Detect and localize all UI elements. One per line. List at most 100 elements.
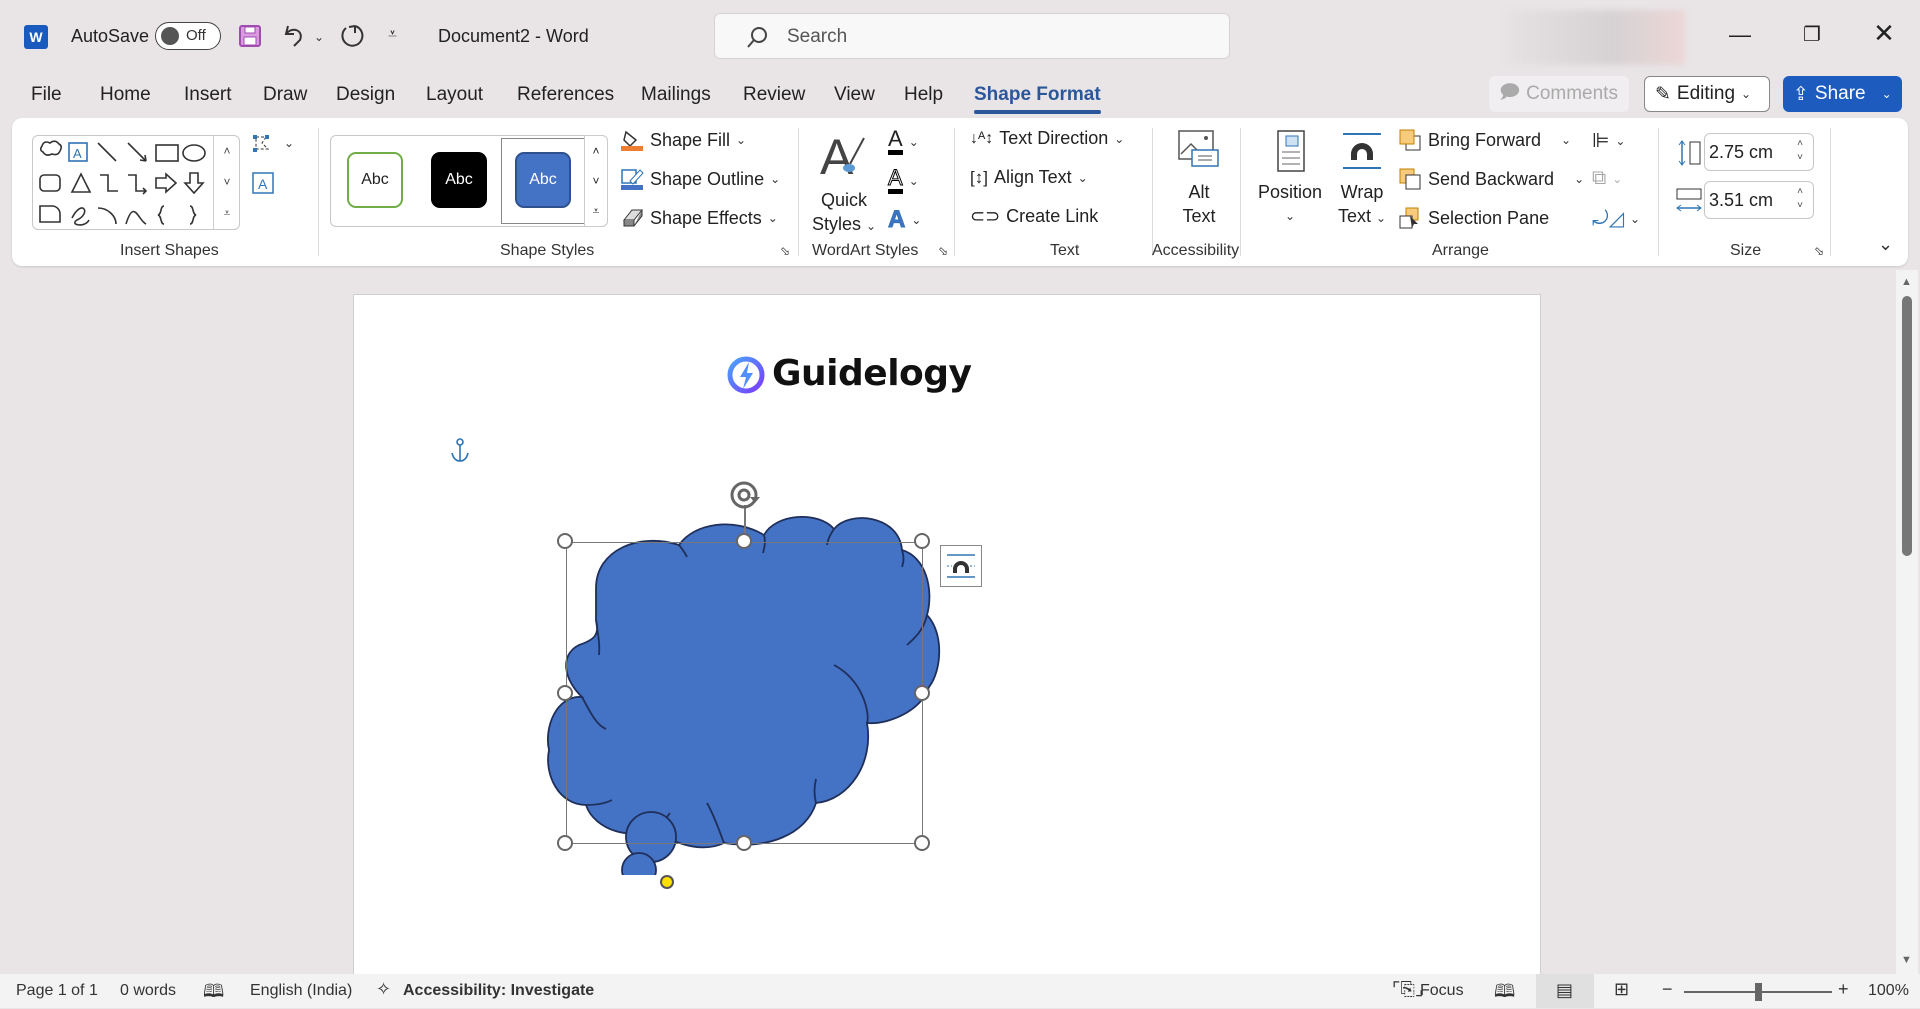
wrap-text-button[interactable]: Wrap Text ⌄	[1330, 128, 1394, 230]
resize-handle-top-right[interactable]	[914, 533, 930, 549]
print-layout-button[interactable]: ▤	[1536, 974, 1594, 1008]
tab-view[interactable]: View	[834, 84, 875, 106]
tab-insert[interactable]: Insert	[184, 84, 232, 106]
resize-handle-bottom-left[interactable]	[557, 835, 573, 851]
rotate-button[interactable]: ⤾◿ ⌄	[1592, 206, 1640, 231]
dialog-launcher-icon[interactable]: ⬂	[1814, 244, 1824, 258]
page-count[interactable]: Page 1 of 1	[16, 982, 98, 1000]
gallery-scroll[interactable]: ˄ ˅ ⩡	[213, 136, 240, 229]
text-box-icon[interactable]: A	[250, 170, 276, 196]
shape-styles-gallery[interactable]: Abc Abc Abc	[330, 135, 608, 227]
chevron-down-icon[interactable]: ⌄	[1882, 87, 1892, 101]
scroll-up-icon[interactable]: ▲	[1901, 276, 1912, 288]
text-effects-button[interactable]: A ⌄	[887, 206, 921, 234]
position-button[interactable]: Position ⌄	[1252, 128, 1328, 228]
style-swatch-outline[interactable]: Abc	[347, 152, 403, 208]
tab-file[interactable]: File	[31, 84, 62, 106]
layout-options-button[interactable]	[940, 545, 982, 587]
dialog-launcher-icon[interactable]: ⬂	[780, 244, 790, 258]
shape-height-input[interactable]: 2.75 cm ˄ ˅	[1704, 133, 1814, 171]
proofing-icon[interactable]: 🕮	[203, 979, 224, 1009]
autosave-toggle[interactable]: Off	[155, 22, 221, 50]
scroll-down-icon[interactable]: ▼	[1901, 954, 1912, 966]
text-outline-icon: A	[888, 166, 903, 194]
chevron-down-icon: ⌄	[1077, 170, 1088, 185]
shape-width-input[interactable]: 3.51 cm ˄ ˅	[1704, 181, 1814, 219]
zoom-level[interactable]: 100%	[1868, 982, 1909, 1000]
shape-effects-button[interactable]: Shape Effects ⌄	[620, 206, 778, 230]
zoom-slider-thumb[interactable]	[1755, 983, 1762, 1001]
vertical-scrollbar[interactable]: ▲ ▼	[1896, 270, 1918, 974]
quick-styles-button[interactable]: A Quick Styles ⌄	[808, 128, 880, 238]
chevron-down-icon[interactable]: ⌄	[1561, 133, 1571, 147]
dialog-launcher-icon[interactable]: ⬂	[938, 244, 948, 258]
alt-text-button[interactable]: Alt Text	[1164, 128, 1234, 228]
anchor-icon[interactable]	[448, 437, 472, 465]
read-mode-icon[interactable]: 🕮	[1494, 979, 1515, 1009]
resize-handle-bottom-right[interactable]	[914, 835, 930, 851]
shape-fill-button[interactable]: Shape Fill ⌄	[620, 128, 746, 152]
accessibility-status[interactable]: Accessibility: Investigate	[403, 982, 594, 1000]
width-spinner[interactable]: ˄ ˅	[1797, 185, 1803, 213]
shape-outline-button[interactable]: Shape Outline ⌄	[620, 167, 780, 191]
focus-button[interactable]: Focus	[1420, 982, 1464, 1000]
tab-design[interactable]: Design	[336, 84, 395, 106]
restore-button[interactable]: ❐	[1792, 22, 1832, 47]
close-button[interactable]: ✕	[1864, 18, 1904, 49]
resize-handle-top[interactable]	[736, 533, 752, 549]
language[interactable]: English (India)	[250, 982, 352, 1000]
tab-home[interactable]: Home	[100, 84, 151, 106]
word-count[interactable]: 0 words	[120, 982, 176, 1000]
share-button[interactable]: ⇪ Share ⌄	[1783, 76, 1902, 112]
search-input[interactable]: Search	[714, 13, 1230, 59]
adjustment-handle[interactable]	[660, 875, 674, 889]
tab-references[interactable]: References	[517, 84, 614, 106]
shapes-gallery[interactable]: A ˄ ˅ ⩡	[32, 135, 240, 230]
zoom-out-button[interactable]: −	[1662, 979, 1673, 1000]
scroll-thumb[interactable]	[1902, 296, 1912, 556]
account-area-blurred[interactable]	[1505, 10, 1685, 65]
tab-layout[interactable]: Layout	[426, 84, 483, 106]
align-button[interactable]: ⊫ ⌄	[1592, 128, 1625, 153]
resize-handle-left[interactable]	[557, 685, 573, 701]
edit-shape-icon[interactable]	[250, 133, 280, 157]
editing-mode-button[interactable]: ✎ Editing ⌄	[1644, 76, 1770, 112]
text-outline-button[interactable]: A ⌄	[888, 166, 919, 194]
rotation-handle-icon[interactable]	[728, 479, 764, 513]
bring-forward-button[interactable]: Bring Forward ⌄	[1398, 128, 1571, 152]
tab-mailings[interactable]: Mailings	[641, 84, 711, 106]
customize-toolbar-icon[interactable]: ⩡	[388, 26, 397, 44]
style-swatch-blue[interactable]: Abc	[515, 152, 571, 208]
undo-icon[interactable]	[282, 22, 308, 50]
style-swatch-black[interactable]: Abc	[431, 152, 487, 208]
undo-dropdown-icon[interactable]: ⌄	[314, 30, 324, 44]
tab-draw[interactable]: Draw	[263, 84, 307, 106]
tab-help[interactable]: Help	[904, 84, 943, 106]
comments-label: Comments	[1526, 83, 1618, 104]
minimize-button[interactable]: —	[1720, 22, 1760, 48]
redo-icon[interactable]	[338, 22, 364, 50]
create-link-button[interactable]: ⊂⊃ Create Link	[970, 206, 1098, 227]
text-direction-button[interactable]: ↓ᴬ↕ Text Direction ⌄	[970, 128, 1124, 149]
height-spinner[interactable]: ˄ ˅	[1797, 137, 1803, 165]
align-text-button[interactable]: [↕] Align Text ⌄	[970, 167, 1088, 188]
web-layout-icon[interactable]: ⊞	[1614, 979, 1629, 1000]
resize-handle-top-left[interactable]	[557, 533, 573, 549]
comments-button[interactable]: 🗩 Comments	[1489, 76, 1629, 112]
wrap-text-label-1: Wrap	[1340, 182, 1384, 202]
document-page[interactable]: Guidelogy	[353, 294, 1541, 974]
edit-shape-dropdown[interactable]: ⌄	[284, 136, 294, 150]
save-icon[interactable]	[238, 24, 262, 48]
resize-handle-right[interactable]	[914, 685, 930, 701]
collapse-ribbon-icon[interactable]: ⌄	[1878, 234, 1893, 255]
send-backward-button[interactable]: Send Backward ⌄	[1398, 167, 1584, 191]
chevron-down-icon[interactable]: ⌄	[1574, 172, 1584, 186]
zoom-in-button[interactable]: +	[1838, 979, 1849, 1000]
resize-handle-bottom[interactable]	[736, 835, 752, 851]
text-fill-button[interactable]: A ⌄	[888, 128, 919, 155]
styles-gallery-scroll[interactable]: ˄ ˅ ⩡	[584, 135, 608, 227]
tab-review[interactable]: Review	[743, 84, 805, 106]
selection-pane-button[interactable]: Selection Pane	[1398, 206, 1549, 230]
tab-shape-format[interactable]: Shape Format	[974, 84, 1101, 114]
selection-pane-label: Selection Pane	[1428, 207, 1550, 228]
